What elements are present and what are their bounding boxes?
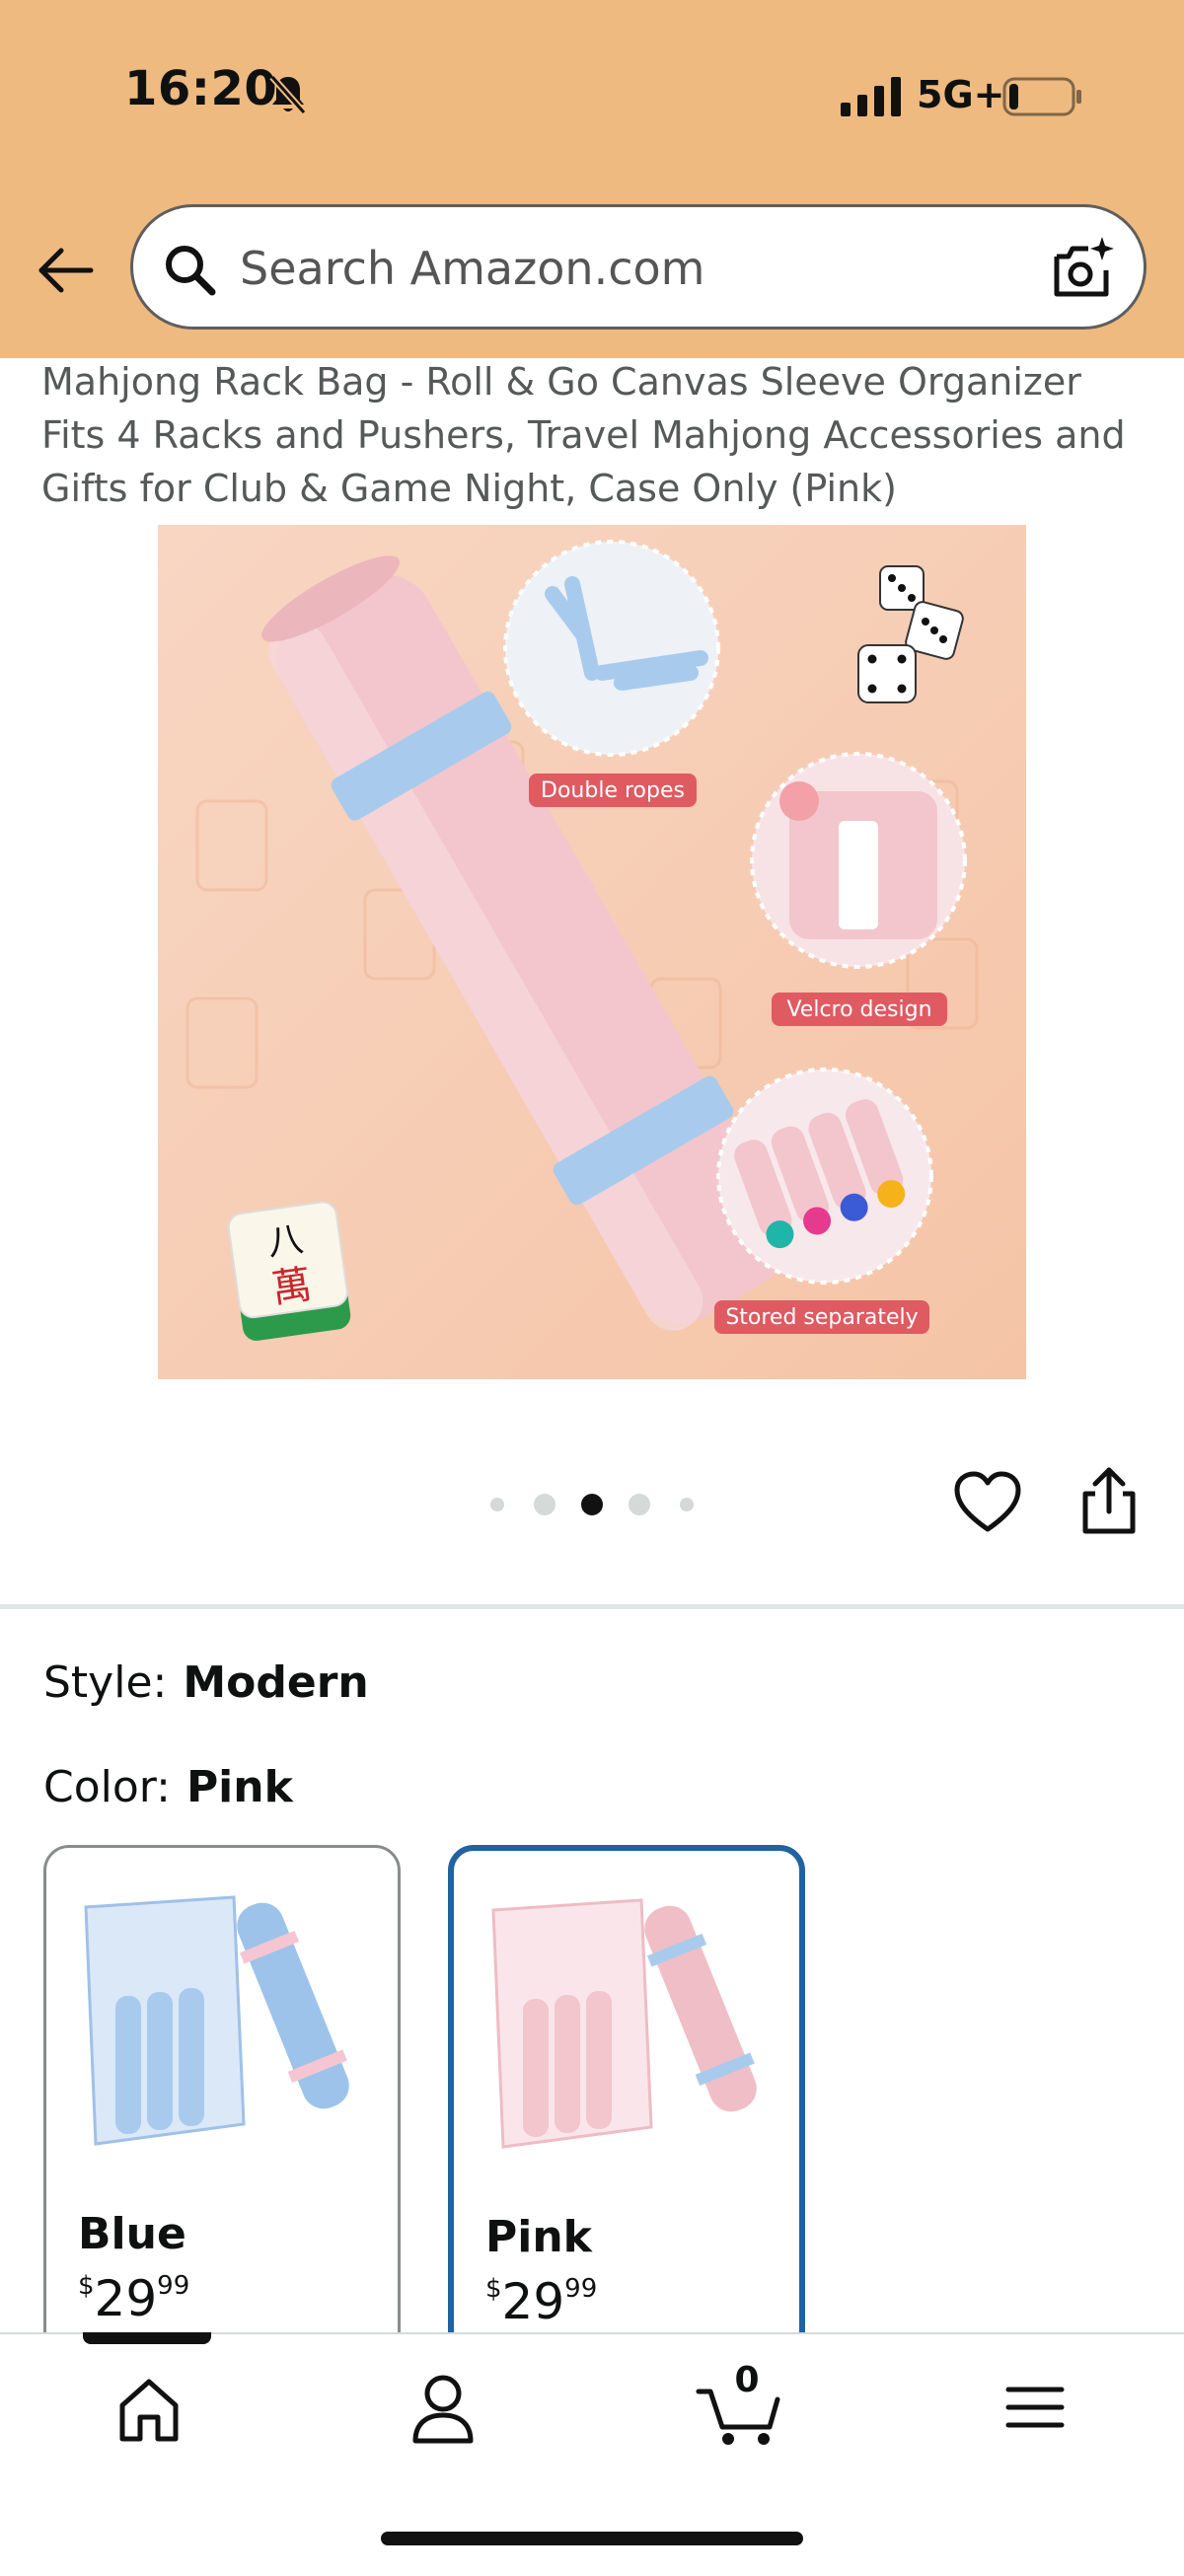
color-swatch-blue[interactable]: Blue $2999	[43, 1845, 401, 2358]
carousel-dot[interactable]	[680, 1498, 694, 1511]
swatch-price-blue: $2999	[78, 2270, 190, 2327]
product-image[interactable]: Double ropes Velcro design Stored separa…	[158, 525, 1026, 1379]
swatch-image-pink	[491, 1898, 757, 2149]
color-value: Pink	[185, 1762, 293, 1812]
swatch-image-blue	[84, 1895, 349, 2146]
muted-bell-icon	[269, 74, 307, 115]
account-icon[interactable]	[399, 2370, 487, 2449]
carousel-dot[interactable]	[629, 1494, 650, 1515]
active-tab-indicator	[83, 2332, 211, 2344]
swatch-name-blue: Blue	[78, 2209, 186, 2259]
color-selector: Color: Pink	[43, 1762, 293, 1812]
status-time: 16:20	[124, 61, 278, 116]
swatch-price-pink: $2999	[485, 2273, 598, 2330]
share-icon[interactable]	[1077, 1464, 1141, 1537]
camera-search-icon[interactable]	[1047, 233, 1118, 304]
callout-stored-separately: Stored separately	[725, 1305, 918, 1330]
heart-icon[interactable]	[953, 1470, 1022, 1535]
menu-icon[interactable]	[991, 2370, 1079, 2449]
home-indicator	[381, 2532, 803, 2545]
style-selector: Style: Modern	[43, 1657, 369, 1708]
app-header: 16:20 5G+	[0, 0, 1184, 358]
search-bar[interactable]	[130, 204, 1147, 330]
callout-double-ropes: Double ropes	[541, 778, 685, 803]
home-icon[interactable]	[105, 2370, 193, 2449]
tile-glyph-top: 八	[265, 1219, 306, 1265]
tile-glyph-bottom: 萬	[269, 1262, 315, 1312]
style-value: Modern	[183, 1657, 369, 1708]
color-label: Color:	[43, 1762, 171, 1812]
swatch-name-pink: Pink	[485, 2212, 592, 2262]
search-icon	[166, 246, 216, 296]
signal-icon	[841, 77, 901, 116]
color-swatch-pink[interactable]: Pink $2999	[448, 1845, 805, 2358]
callout-velcro-design: Velcro design	[786, 997, 931, 1022]
product-title[interactable]: Mahjong Rack Bag - Roll & Go Canvas Slee…	[41, 355, 1156, 515]
section-divider	[0, 1604, 1184, 1609]
carousel-dot[interactable]	[490, 1498, 504, 1511]
back-arrow-icon[interactable]	[34, 239, 97, 302]
network-type: 5G+	[917, 73, 1005, 116]
style-label: Style:	[43, 1657, 168, 1708]
image-carousel-indicator[interactable]	[483, 1490, 701, 1519]
search-input[interactable]	[240, 235, 1029, 302]
carousel-dot-active[interactable]	[581, 1494, 603, 1515]
cart-count: 0	[734, 2360, 760, 2400]
battery-icon	[1002, 77, 1081, 116]
carousel-dot[interactable]	[534, 1494, 555, 1515]
